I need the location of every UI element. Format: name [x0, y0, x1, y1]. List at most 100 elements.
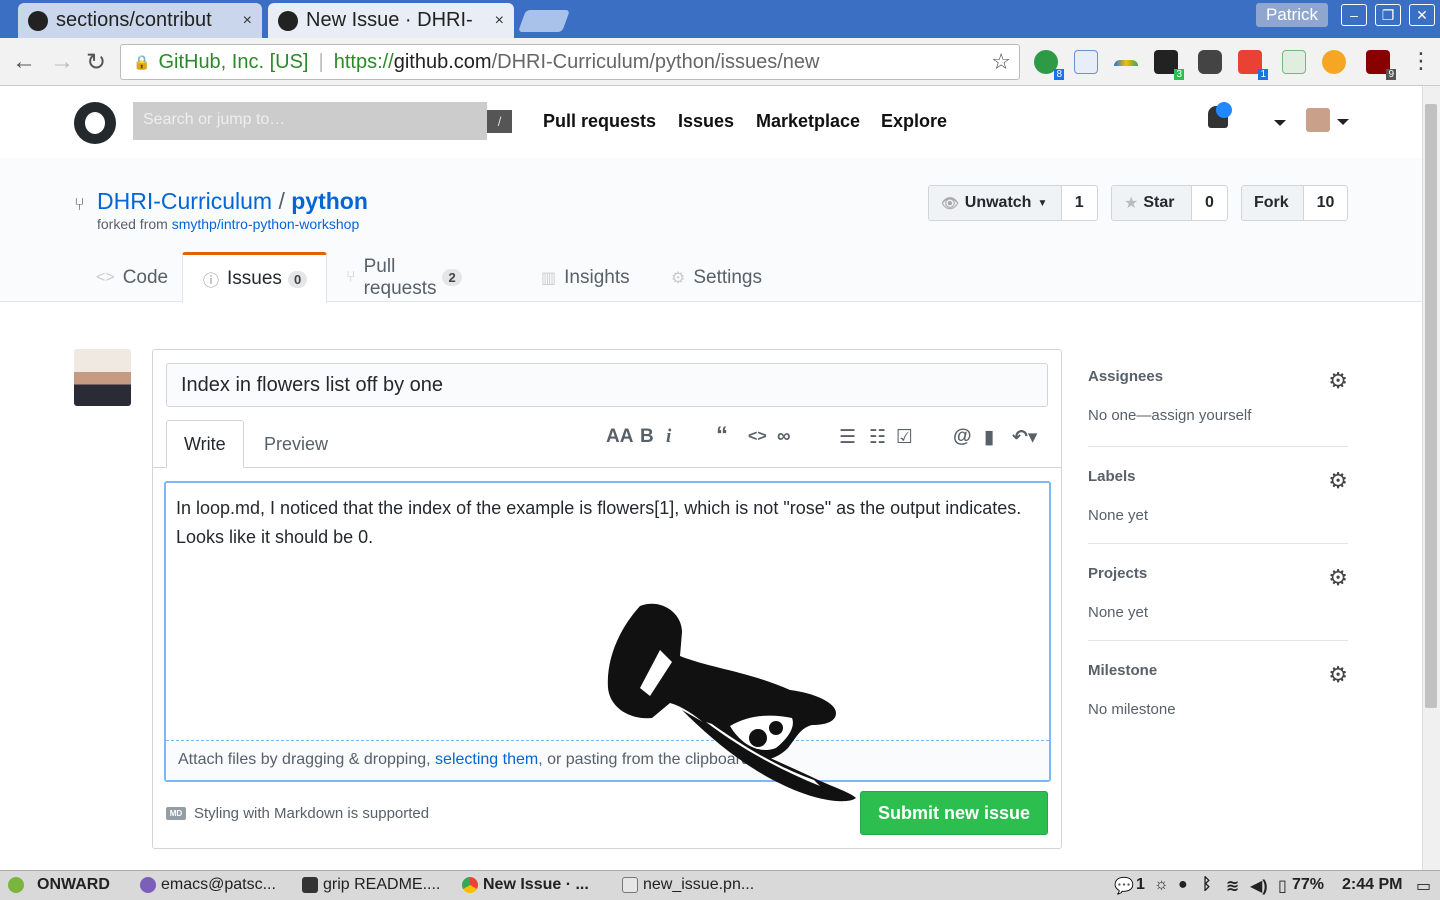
nav-marketplace[interactable]: Marketplace [756, 111, 860, 132]
stars-count[interactable]: 0 [1192, 186, 1227, 220]
italic-icon[interactable]: i [666, 426, 671, 448]
gear-icon[interactable]: ⚙ [1328, 368, 1348, 394]
bulleted-list-icon[interactable]: ☰ [839, 426, 856, 449]
address-bar[interactable]: 🔒 GitHub, Inc. [US] | https:// github.co… [120, 44, 1020, 80]
tab-code[interactable]: <> Code [96, 252, 168, 303]
code-icon[interactable]: <> [748, 428, 767, 446]
bluetooth-icon[interactable]: ᛒ [1202, 876, 1212, 894]
create-new-chevron-down-icon[interactable] [1274, 120, 1286, 126]
extension-d-icon[interactable]: 3 [1154, 50, 1184, 80]
forked-from-link[interactable]: smythp/intro-python-workshop [172, 216, 360, 232]
bookmark-icon[interactable]: ▮ [984, 426, 994, 449]
repo-name-link[interactable]: python [291, 188, 368, 214]
assign-yourself-link[interactable]: No one—assign yourself [1088, 407, 1348, 424]
github-logo-icon[interactable] [74, 102, 116, 144]
tab-write[interactable]: Write [166, 420, 244, 468]
taskbar-item-emacs[interactable]: emacs@patsc... [140, 876, 276, 894]
bold-icon[interactable]: B [640, 426, 654, 448]
repo-owner-link[interactable]: DHRI-Curriculum [97, 188, 272, 214]
volume-icon[interactable]: ◀) [1250, 876, 1268, 896]
browser-tab-new-issue[interactable]: New Issue · DHRI- × [268, 3, 514, 38]
reload-icon[interactable]: ↻ [86, 48, 106, 77]
taskbar-item-image[interactable]: new_issue.pn... [622, 876, 754, 894]
numbered-list-icon[interactable]: ☷ [869, 426, 886, 449]
tab-pull-requests[interactable]: ⑂ Pull requests 2 [346, 252, 462, 303]
tab-close-icon[interactable]: × [237, 12, 252, 30]
brightness-icon[interactable]: ☼ [1154, 876, 1169, 894]
pointing-hand-icon [607, 603, 856, 802]
issue-title-input[interactable]: Index in flowers list off by one [166, 363, 1048, 407]
extension-badge: 8 [1054, 69, 1064, 80]
reply-icon[interactable]: ↶▾ [1012, 426, 1037, 449]
select-files-link[interactable]: selecting them [435, 751, 538, 768]
profile-button[interactable]: Patrick [1256, 3, 1328, 27]
extension-drive-icon[interactable] [1114, 60, 1138, 66]
show-desktop-icon[interactable]: ▭ [1416, 876, 1431, 896]
unwatch-button[interactable]: 👁 Unwatch ▼ 1 [928, 185, 1098, 221]
url-domain: github.com [393, 50, 492, 73]
star-label-group[interactable]: ★ Star [1112, 186, 1192, 220]
markdown-note-text[interactable]: Styling with Markdown is supported [194, 805, 429, 822]
start-menu-label: ONWARD [37, 876, 110, 893]
tab-settings-label: Settings [693, 266, 762, 288]
scrollbar-thumb[interactable] [1425, 104, 1437, 708]
submit-new-issue-button[interactable]: Submit new issue [860, 791, 1048, 835]
clock[interactable]: 2:44 PM [1342, 876, 1402, 894]
nav-explore[interactable]: Explore [881, 111, 947, 132]
extension-book-icon[interactable] [1282, 50, 1306, 74]
text-size-icon[interactable]: AA [606, 426, 633, 448]
star-icon: ★ [1124, 195, 1139, 212]
extension-fox-icon[interactable] [1322, 50, 1346, 74]
user-icon[interactable]: ● [1178, 876, 1188, 894]
extension-code-icon[interactable] [1074, 50, 1098, 74]
extension-hangouts-icon[interactable]: 8 [1034, 50, 1064, 80]
avatar[interactable] [74, 349, 131, 406]
search-input[interactable]: Search or jump to… [133, 102, 487, 140]
gear-icon[interactable]: ⚙ [1328, 468, 1348, 494]
minimize-button[interactable]: – [1341, 4, 1367, 26]
forks-count[interactable]: 10 [1304, 186, 1347, 220]
repo-header: ⑂ DHRI-Curriculum / python forked from s… [0, 158, 1422, 303]
unwatch-label-group[interactable]: 👁 Unwatch ▼ [929, 186, 1062, 220]
restore-button[interactable]: ❐ [1375, 4, 1401, 26]
watchers-count[interactable]: 1 [1062, 186, 1098, 220]
avatar[interactable] [1306, 108, 1330, 132]
mention-icon[interactable]: @ [953, 426, 972, 448]
start-menu-button[interactable]: ONWARD [8, 876, 110, 894]
battery-icon[interactable]: ▯ [1278, 876, 1287, 896]
bookmark-star-icon[interactable]: ☆ [991, 49, 1011, 75]
taskbar-item-label: emacs@patsc... [161, 876, 276, 893]
forward-arrow-icon[interactable]: → [50, 48, 74, 76]
gear-icon[interactable]: ⚙ [1328, 662, 1348, 688]
tab-insights[interactable]: ▥ Insights [541, 252, 630, 303]
extension-pocket-icon[interactable] [1198, 50, 1222, 74]
back-arrow-icon[interactable]: ← [12, 48, 36, 76]
taskbar-item-terminal[interactable]: grip README.... [302, 876, 440, 894]
issue-body-line-2: Looks like it should be 0. [176, 527, 374, 547]
chat-bubble-icon[interactable]: 💬 [1114, 876, 1134, 896]
nav-pull-requests[interactable]: Pull requests [543, 111, 656, 132]
browser-tab-sections[interactable]: sections/contribut × [18, 3, 262, 38]
tab-settings[interactable]: ⚙ Settings [671, 252, 762, 303]
wifi-icon[interactable]: ≋ [1226, 876, 1239, 896]
close-window-button[interactable]: ✕ [1409, 4, 1435, 26]
notifications-count: 1 [1136, 876, 1145, 893]
extension-s-icon[interactable]: 1 [1238, 50, 1268, 80]
gear-icon[interactable]: ⚙ [1328, 565, 1348, 591]
fork-button[interactable]: Fork 10 [1241, 185, 1348, 221]
nav-issues[interactable]: Issues [678, 111, 734, 132]
tab-issues[interactable]: ⓘ Issues 0 [182, 252, 327, 303]
link-icon[interactable]: ∞ [777, 426, 791, 448]
star-button[interactable]: ★ Star 0 [1111, 185, 1228, 221]
profile-chevron-down-icon[interactable] [1337, 119, 1349, 125]
fork-label[interactable]: Fork [1242, 186, 1305, 220]
browser-menu-icon[interactable]: ⋮ [1410, 48, 1432, 74]
taskbar-item-chrome[interactable]: New Issue · ... [462, 876, 589, 894]
address-separator: | [318, 50, 324, 73]
task-list-icon[interactable]: ☑ [896, 426, 913, 449]
quote-icon[interactable]: “ [716, 422, 728, 450]
extension-ublock-icon[interactable]: 9 [1366, 50, 1396, 80]
new-tab-button[interactable] [517, 10, 571, 32]
tab-close-icon[interactable]: × [489, 12, 504, 30]
tab-preview[interactable]: Preview [247, 420, 345, 468]
